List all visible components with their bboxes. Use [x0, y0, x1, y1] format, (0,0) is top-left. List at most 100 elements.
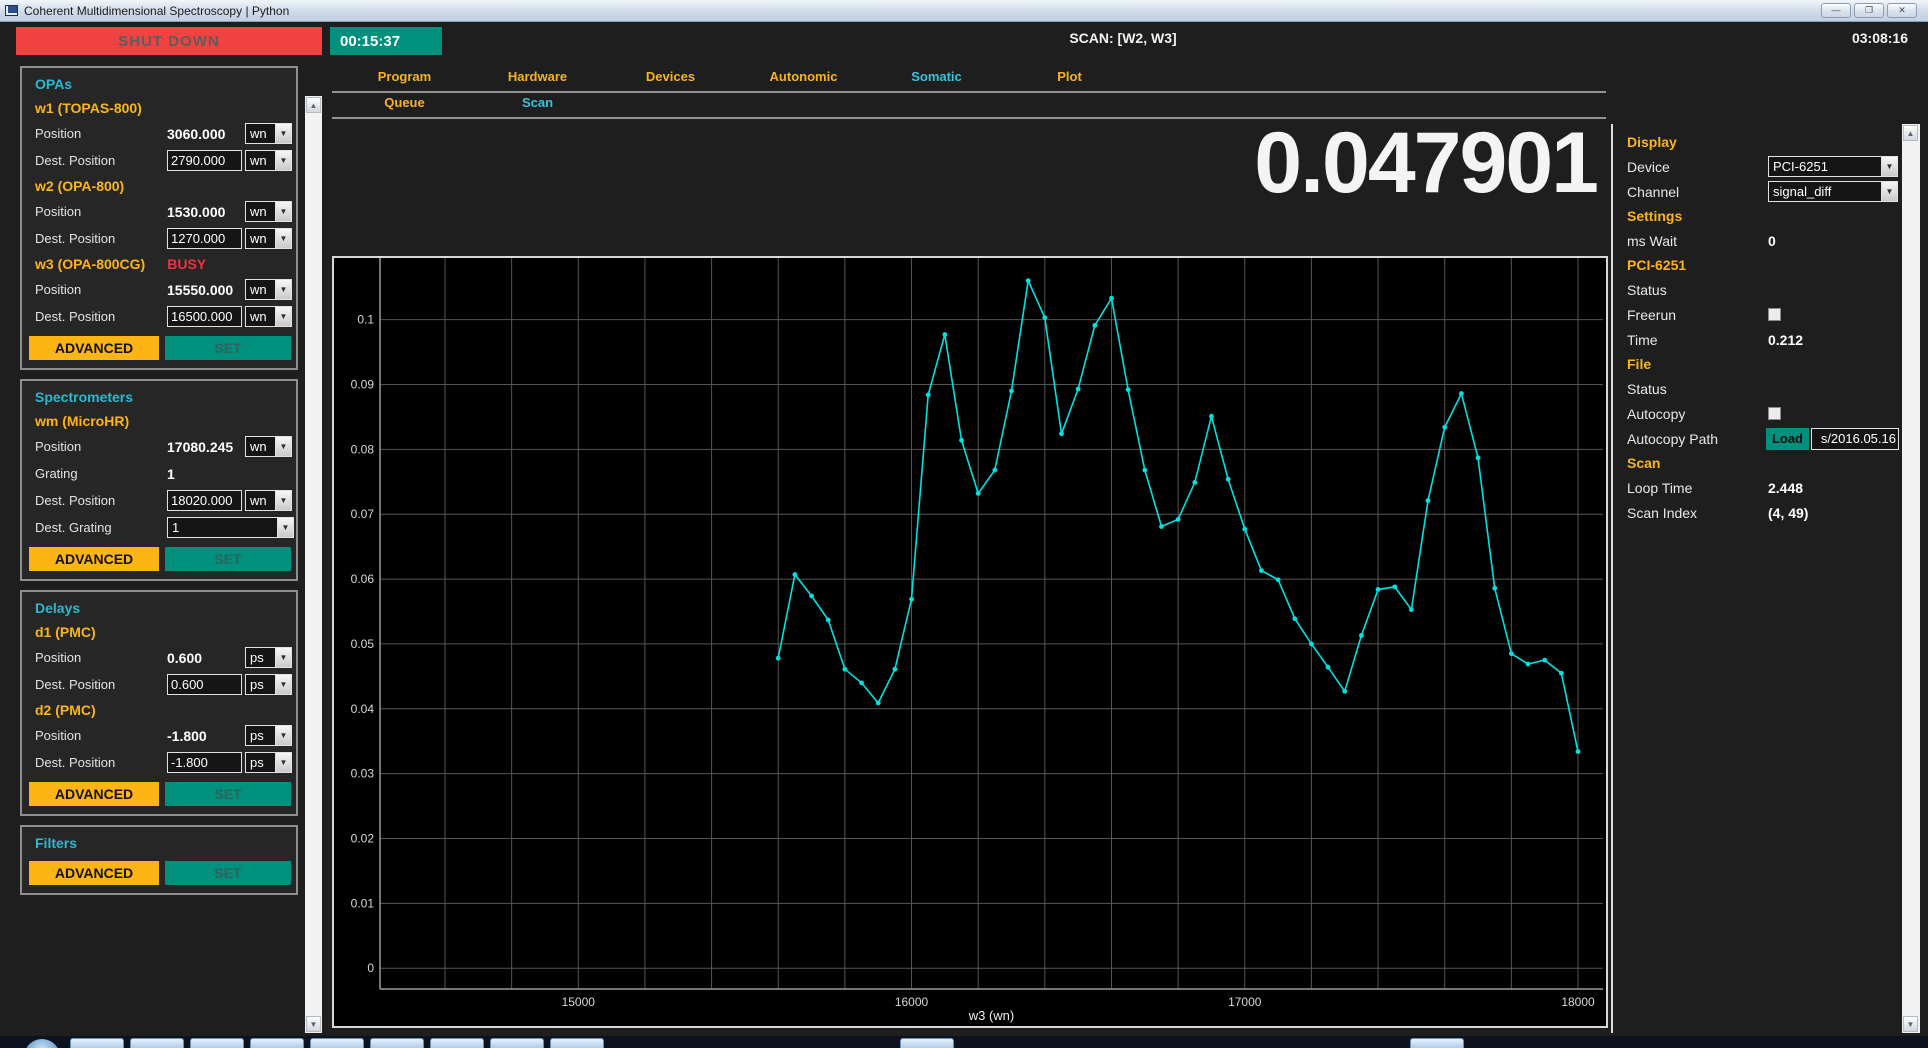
taskbar-button[interactable]: [190, 1038, 244, 1048]
scan-plot-panel: 00.010.020.030.040.050.060.070.080.090.1…: [332, 256, 1608, 1028]
subtab-queue[interactable]: Queue: [338, 95, 471, 115]
field-row: Dest. Position wn▼: [22, 225, 296, 252]
field-label: Dest. Position: [35, 309, 167, 324]
scroll-up-icon[interactable]: ▲: [1903, 125, 1918, 141]
section-title: OPAs: [22, 74, 296, 96]
taskbar-button[interactable]: [1410, 1038, 1464, 1048]
position-units-select[interactable]: wn▼: [245, 279, 292, 300]
load-button[interactable]: Load: [1766, 428, 1809, 450]
taskbar-button[interactable]: [370, 1038, 424, 1048]
set-button[interactable]: SET: [165, 782, 291, 806]
start-button-icon[interactable]: [24, 1039, 60, 1048]
device-name: d2 (PMC): [35, 702, 96, 718]
field-label: Position: [35, 439, 167, 454]
tab-separator: [332, 91, 1606, 93]
restore-button-icon[interactable]: ❐: [1854, 3, 1884, 18]
channel-select-value: signal_diff: [1769, 182, 1881, 201]
position-units-select-value: wn: [246, 202, 275, 221]
svg-text:0.1: 0.1: [357, 313, 374, 327]
position-units-select[interactable]: wn▼: [245, 436, 292, 457]
sidebar-section-spectrometers: Spectrometerswm (MicroHR)Position17080.2…: [20, 379, 298, 581]
taskbar-button[interactable]: [70, 1038, 124, 1048]
field-label: Position: [35, 204, 167, 219]
position-units-select-value: ps: [246, 648, 275, 667]
device-select-value: PCI-6251: [1769, 157, 1881, 176]
taskbar-button[interactable]: [900, 1038, 954, 1048]
dest-position-units-select[interactable]: wn▼: [245, 306, 292, 327]
settings-row: Status: [1627, 277, 1899, 302]
dest-position-input[interactable]: [167, 228, 242, 249]
tab-autonomic[interactable]: Autonomic: [737, 69, 870, 89]
settings-group-header: Settings: [1627, 204, 1899, 228]
live-signal-readout: 0.047901: [1254, 120, 1597, 206]
set-button[interactable]: SET: [165, 861, 291, 885]
scan-line-chart: 00.010.020.030.040.050.060.070.080.090.1…: [334, 258, 1606, 1026]
tab-devices[interactable]: Devices: [604, 69, 737, 89]
chevron-down-icon: ▼: [275, 280, 291, 299]
window-titlebar: Coherent Multidimensional Spectroscopy |…: [0, 0, 1928, 22]
subtab-scan[interactable]: Scan: [471, 95, 604, 115]
tab-hardware[interactable]: Hardware: [471, 69, 604, 89]
svg-text:18000: 18000: [1561, 995, 1595, 1009]
field-row: Position0.600ps▼: [22, 644, 296, 671]
set-button[interactable]: SET: [165, 336, 291, 360]
taskbar-button[interactable]: [430, 1038, 484, 1048]
field-label: Position: [35, 650, 167, 665]
position-units-select[interactable]: wn▼: [245, 201, 292, 222]
position-units-select[interactable]: wn▼: [245, 123, 292, 144]
advanced-button[interactable]: ADVANCED: [29, 782, 159, 806]
freerun-checkbox[interactable]: [1768, 308, 1781, 321]
dest-position-input[interactable]: [167, 150, 242, 171]
autocopy-path-input[interactable]: [1811, 428, 1899, 450]
dest-position-input[interactable]: [167, 674, 242, 695]
taskbar-button[interactable]: [310, 1038, 364, 1048]
tab-plot[interactable]: Plot: [1003, 69, 1136, 89]
dest-position-units-select[interactable]: wn▼: [245, 228, 292, 249]
field-label: Dest. Position: [35, 755, 167, 770]
scroll-down-icon[interactable]: ▼: [1903, 1016, 1918, 1032]
taskbar-button[interactable]: [550, 1038, 604, 1048]
position-units-select[interactable]: ps▼: [245, 647, 292, 668]
scroll-up-icon[interactable]: ▲: [306, 97, 321, 113]
autocopy-checkbox[interactable]: [1768, 407, 1781, 420]
close-button-icon[interactable]: ✕: [1887, 3, 1917, 18]
scroll-down-icon[interactable]: ▼: [306, 1016, 321, 1032]
advanced-button[interactable]: ADVANCED: [29, 861, 159, 885]
tab-program[interactable]: Program: [338, 69, 471, 89]
panel-divider: [1611, 124, 1613, 1033]
acquisition-settings-panel: DisplayDevicePCI-6251▼Channelsignal_diff…: [1627, 130, 1899, 525]
setting-label: ms Wait: [1627, 233, 1768, 249]
dest-grating-select[interactable]: 1▼: [167, 517, 294, 538]
scan-index-value: (4, 49): [1768, 505, 1808, 521]
tab-somatic[interactable]: Somatic: [870, 69, 1003, 89]
position-readout: 15550.000: [167, 282, 245, 298]
dest-position-input[interactable]: [167, 752, 242, 773]
taskbar-button[interactable]: [490, 1038, 544, 1048]
svg-text:0.08: 0.08: [351, 442, 375, 456]
dest-position-units-select[interactable]: ps▼: [245, 674, 292, 695]
chevron-down-icon: ▼: [275, 726, 291, 745]
minimize-button-icon[interactable]: —: [1821, 3, 1851, 18]
dest-position-units-select[interactable]: wn▼: [245, 150, 292, 171]
set-button[interactable]: SET: [165, 547, 291, 571]
left-scrollbar[interactable]: ▲ ▼: [305, 96, 322, 1033]
dest-position-input[interactable]: [167, 306, 242, 327]
channel-select[interactable]: signal_diff▼: [1768, 181, 1898, 202]
device-select[interactable]: PCI-6251▼: [1768, 156, 1898, 177]
taskbar-button[interactable]: [130, 1038, 184, 1048]
dest-position-units-select[interactable]: ps▼: [245, 752, 292, 773]
field-label: Dest. Position: [35, 231, 167, 246]
windows-taskbar: [0, 1036, 1928, 1048]
advanced-button[interactable]: ADVANCED: [29, 336, 159, 360]
setting-label: Scan Index: [1627, 505, 1768, 521]
dest-position-input[interactable]: [167, 490, 242, 511]
shutdown-button[interactable]: SHUT DOWN: [16, 27, 322, 55]
right-scrollbar[interactable]: ▲ ▼: [1902, 124, 1920, 1033]
position-units-select[interactable]: ps▼: [245, 725, 292, 746]
svg-text:0.04: 0.04: [351, 702, 375, 716]
svg-text:0.01: 0.01: [351, 896, 375, 910]
field-row: Dest. Positionwn▼: [22, 147, 296, 174]
taskbar-button[interactable]: [250, 1038, 304, 1048]
dest-position-units-select[interactable]: wn▼: [245, 490, 292, 511]
advanced-button[interactable]: ADVANCED: [29, 547, 159, 571]
